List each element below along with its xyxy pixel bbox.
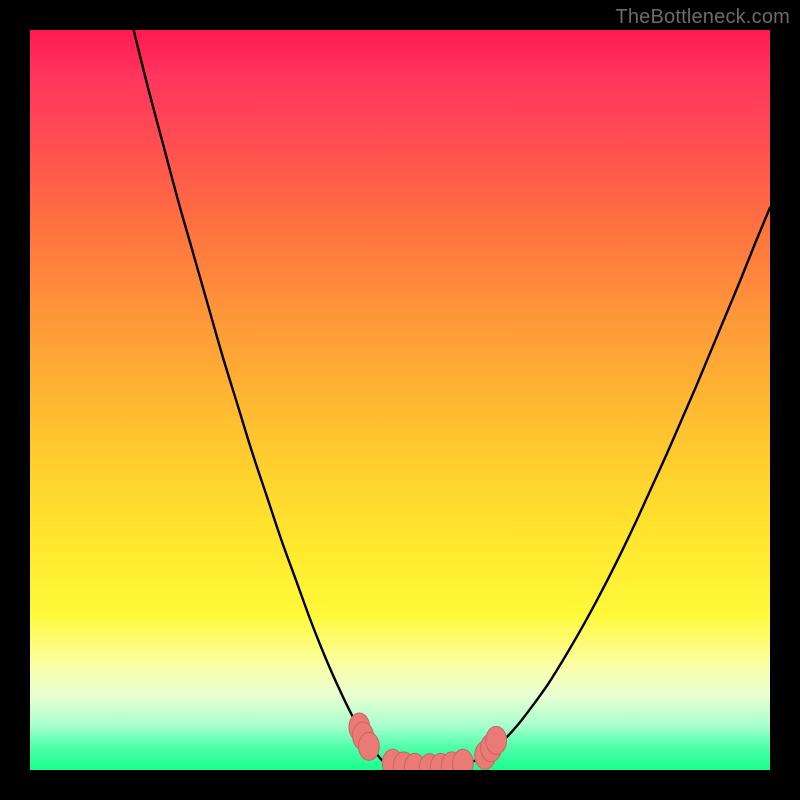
curve-marker: [486, 726, 507, 754]
plot-area: [30, 30, 770, 770]
watermark-text: TheBottleneck.com: [615, 6, 790, 29]
chart-frame: TheBottleneck.com: [0, 0, 800, 800]
curve-layer: [30, 30, 770, 770]
bottleneck-curve: [134, 30, 770, 768]
curve-marker: [359, 732, 380, 760]
